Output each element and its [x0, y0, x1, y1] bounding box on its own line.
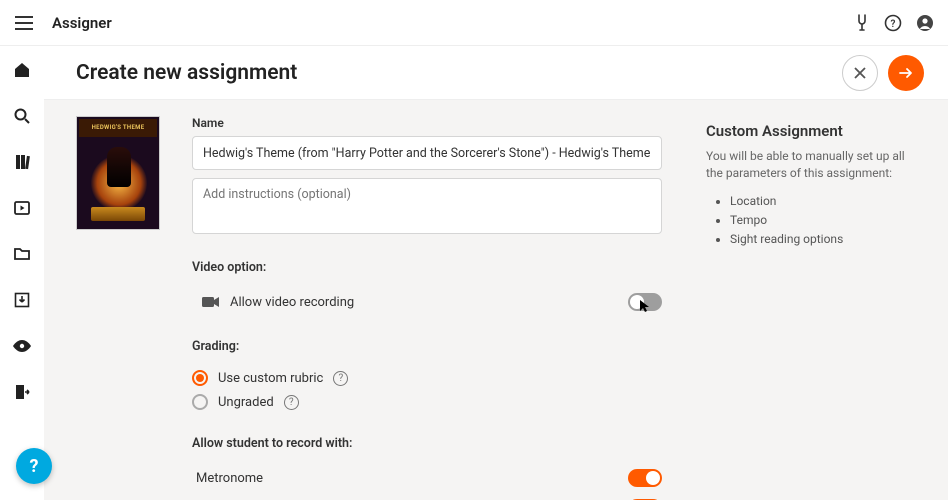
radio-custom-rubric[interactable]: [192, 370, 208, 386]
video-option-label: Video option:: [192, 260, 662, 275]
close-icon: [854, 67, 866, 79]
top-bar: Assigner ?: [0, 0, 948, 46]
grading-option-custom: Use custom rubric ?: [192, 366, 662, 390]
app-title: Assigner: [52, 14, 112, 32]
record-with-label: Allow student to record with:: [192, 436, 662, 451]
radio-ungraded[interactable]: [192, 394, 208, 410]
next-button[interactable]: [888, 55, 924, 91]
side-info-title: Custom Assignment: [706, 122, 918, 140]
help-icon-rubric[interactable]: ?: [333, 371, 348, 386]
book-icon: [13, 153, 31, 171]
eye-icon: [12, 339, 32, 353]
video-camera-icon: [202, 296, 220, 308]
nav-video[interactable]: [10, 196, 34, 220]
grading-label: Grading:: [192, 339, 662, 354]
svg-text:?: ?: [891, 19, 896, 30]
help-icon-ungraded[interactable]: ?: [284, 395, 299, 410]
radio-custom-rubric-label: Use custom rubric: [218, 371, 323, 386]
nav-library[interactable]: [10, 150, 34, 174]
arrow-down-box-icon: [13, 291, 31, 309]
side-info-desc: You will be able to manually set up all …: [706, 148, 918, 182]
nav-home[interactable]: [10, 58, 34, 82]
search-icon: [13, 107, 31, 125]
metronome-row: Metronome: [192, 463, 662, 493]
assignment-form: Name Video option: Allow video recording…: [172, 100, 692, 500]
assignment-thumbnail: HEDWIG'S THEME: [76, 116, 160, 230]
side-info-bullet: Tempo: [730, 211, 918, 230]
name-label: Name: [192, 116, 662, 130]
nav-exit[interactable]: [10, 380, 34, 404]
menu-button[interactable]: [10, 9, 38, 37]
nav-visibility[interactable]: [10, 334, 34, 358]
metronome-toggle[interactable]: [628, 469, 662, 487]
tuning-fork-icon[interactable]: [854, 14, 870, 32]
sidebar: [0, 46, 44, 500]
poster-heading: HEDWIG'S THEME: [79, 119, 157, 137]
instructions-input[interactable]: [192, 178, 662, 234]
grading-option-ungraded: Ungraded ?: [192, 390, 662, 414]
hamburger-icon: [15, 16, 33, 30]
arrow-right-icon: [899, 67, 913, 79]
side-info-bullet: Location: [730, 192, 918, 211]
close-button[interactable]: [842, 55, 878, 91]
side-info-bullet: Sight reading options: [730, 230, 918, 249]
nav-assign[interactable]: [10, 288, 34, 312]
allow-video-label: Allow video recording: [230, 295, 628, 310]
help-icon[interactable]: ?: [884, 14, 902, 32]
page-title: Create new assignment: [76, 61, 297, 85]
allow-video-toggle[interactable]: [628, 293, 662, 311]
nav-search[interactable]: [10, 104, 34, 128]
door-exit-icon: [13, 383, 31, 401]
accompaniment-row: Accompaniment: [192, 493, 662, 500]
help-fab[interactable]: ?: [16, 448, 52, 484]
nav-folder[interactable]: [10, 242, 34, 266]
page-header: Create new assignment: [44, 46, 948, 100]
video-play-icon: [13, 199, 31, 217]
radio-ungraded-label: Ungraded: [218, 395, 274, 410]
folder-icon: [13, 245, 31, 263]
home-icon: [13, 61, 31, 79]
side-info-panel: Custom Assignment You will be able to ma…: [692, 100, 940, 500]
account-icon[interactable]: [916, 14, 934, 32]
name-input[interactable]: [192, 136, 662, 170]
metronome-label: Metronome: [196, 471, 628, 486]
allow-video-row: Allow video recording: [192, 287, 662, 317]
